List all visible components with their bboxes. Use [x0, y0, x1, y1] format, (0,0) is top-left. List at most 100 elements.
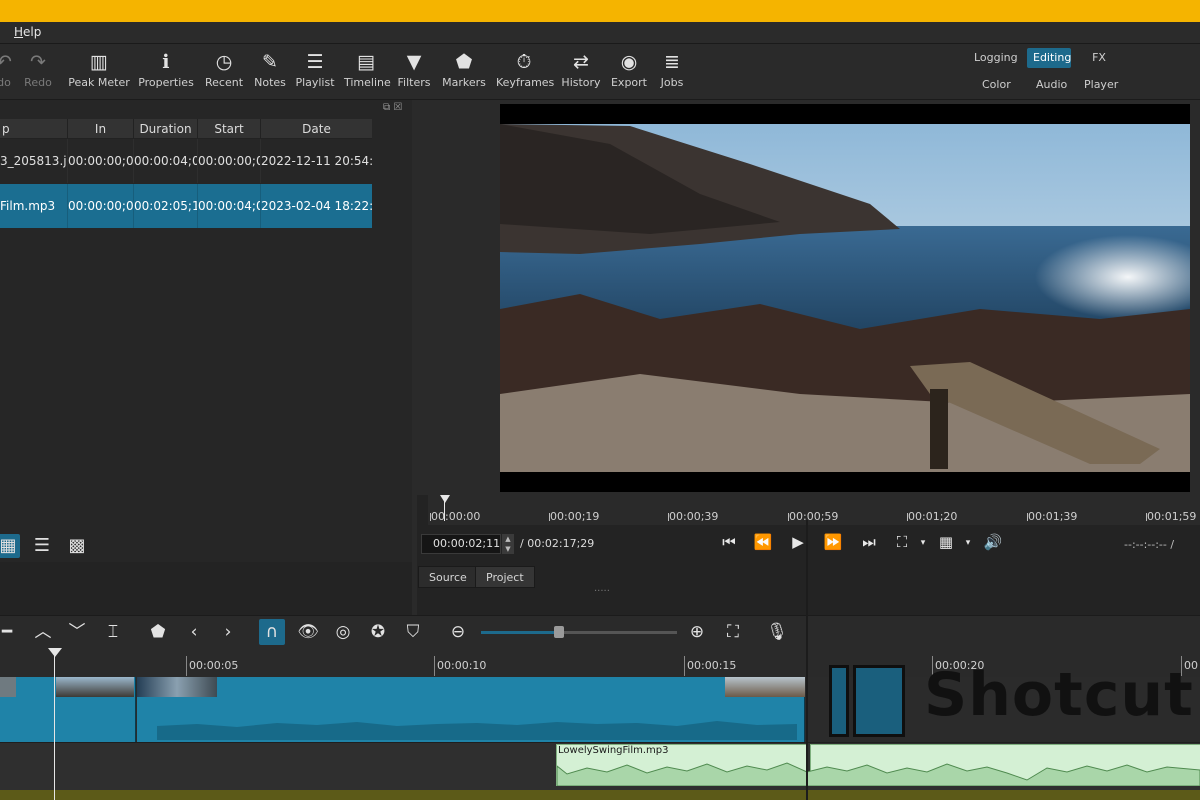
- details-view-icon[interactable]: ▦: [0, 534, 20, 558]
- zoom-fit-icon[interactable]: ⛶: [891, 533, 913, 551]
- volume-icon[interactable]: 🔊: [982, 533, 1004, 551]
- shotcut-logo-mark-left: [829, 665, 849, 737]
- timeline-playhead[interactable]: [54, 649, 55, 800]
- col-date[interactable]: Date: [261, 119, 372, 139]
- grid-icon[interactable]: ▦: [935, 533, 957, 551]
- panel-float-close-icons[interactable]: ⧉ ☒: [383, 102, 402, 113]
- zoom-dropdown-icon[interactable]: ▾: [912, 538, 934, 548]
- peak-meter-button[interactable]: ▥ Peak Meter: [68, 48, 130, 96]
- col-clip[interactable]: p: [0, 119, 68, 139]
- main-toolbar: ↶ do ↷ Redo ▥ Peak Meter ℹ Properties ◷ …: [0, 44, 1200, 100]
- tab-project[interactable]: Project: [475, 566, 535, 588]
- undo-button[interactable]: ↶ do: [0, 48, 14, 96]
- next-marker-icon[interactable]: ›: [215, 619, 241, 645]
- zoom-slider-handle[interactable]: [554, 626, 564, 638]
- zoom-slider-fill: [481, 631, 559, 634]
- previous-marker-icon[interactable]: ‹: [181, 619, 207, 645]
- notes-button[interactable]: ✎ Notes: [252, 48, 288, 96]
- recent-icon: ◷: [215, 51, 233, 73]
- split-icon[interactable]: ⌶: [100, 619, 126, 645]
- table-row[interactable]: Film.mp3 00:00:00;00 00:02:05;17 00:00:0…: [0, 184, 372, 228]
- recent-button[interactable]: ◷ Recent: [202, 48, 246, 96]
- title-strip: [0, 0, 1200, 22]
- zoom-in-icon[interactable]: ⊕: [684, 619, 710, 645]
- timecode-spinner[interactable]: ▲ ▼: [502, 534, 514, 554]
- table-row[interactable]: 3_205813.jpg 00:00:00;00 00:00:04;00 00:…: [0, 139, 372, 183]
- mode-logging[interactable]: Logging: [968, 48, 1022, 68]
- timeline-button[interactable]: ▤ Timeline: [344, 48, 391, 96]
- redo-button[interactable]: ↷ Redo: [22, 48, 54, 96]
- filters-button[interactable]: ▼ Filters: [396, 48, 432, 96]
- export-icon: ◉: [620, 51, 638, 73]
- history-button[interactable]: ⇄ History: [560, 48, 602, 96]
- ripple-icon[interactable]: ◎: [330, 619, 356, 645]
- fast-forward-icon[interactable]: ⏩: [822, 533, 844, 551]
- marker-icon[interactable]: ⬟: [145, 619, 171, 645]
- remove-icon[interactable]: ━: [0, 619, 20, 645]
- menu-help[interactable]: Help: [14, 25, 41, 39]
- skip-next-icon[interactable]: ⏭: [858, 533, 880, 551]
- grid-view-icon[interactable]: ▩: [65, 534, 89, 558]
- clip-thumbnail: [137, 677, 217, 697]
- clip-thumbnail: [56, 677, 134, 697]
- timeline-ruler-mark: [434, 656, 435, 676]
- redo-icon: ↷: [30, 51, 46, 73]
- grid-dropdown-icon[interactable]: ▾: [957, 538, 979, 548]
- playlist-icon: ☰: [306, 51, 324, 73]
- col-in[interactable]: In: [68, 119, 134, 139]
- video-clip-waveform: [157, 721, 797, 740]
- mode-fx[interactable]: FX: [1086, 48, 1112, 68]
- total-duration: / 00:02:17;29: [520, 537, 595, 550]
- properties-button[interactable]: ℹ Properties: [138, 48, 194, 96]
- jobs-button[interactable]: ≣ Jobs: [656, 48, 688, 96]
- in-out-timecode: --:--:--:-- /: [1124, 538, 1175, 551]
- timecode-input[interactable]: 00:00:02;11: [421, 534, 501, 554]
- timeline-ruler-label: 00:00:05: [189, 659, 239, 672]
- clip-thumbnail: [725, 677, 805, 697]
- timeline-ruler-label: 00:00:15: [687, 659, 737, 672]
- mode-editing[interactable]: Editing: [1027, 48, 1071, 68]
- cell-date: 2022-12-11 20:54:17: [261, 154, 372, 168]
- skip-previous-icon[interactable]: ⏮: [718, 533, 740, 551]
- notes-icon: ✎: [262, 51, 278, 73]
- mode-color[interactable]: Color: [976, 75, 1014, 95]
- playlist-button[interactable]: ☰ Playlist: [294, 48, 336, 96]
- history-icon: ⇄: [573, 51, 589, 73]
- cell-duration: 00:00:04;00: [134, 139, 198, 183]
- record-audio-icon[interactable]: 🎙: [764, 619, 790, 645]
- timeline-ruler-mark: [186, 656, 187, 676]
- col-start[interactable]: Start: [198, 119, 261, 139]
- keyframes-button[interactable]: ⏱ Keyframes: [496, 48, 554, 96]
- ripple-all-icon[interactable]: ✪: [365, 619, 391, 645]
- rewind-icon[interactable]: ⏪: [752, 533, 774, 551]
- col-duration[interactable]: Duration: [134, 119, 198, 139]
- filters-icon: ▼: [406, 51, 422, 73]
- mode-audio[interactable]: Audio: [1030, 75, 1068, 95]
- video-preview[interactable]: [500, 104, 1190, 492]
- ripple-markers-icon[interactable]: ⛉: [400, 619, 426, 645]
- playlist-view-buttons: ▦ ☰ ▩: [0, 530, 412, 562]
- list-view-icon[interactable]: ☰: [30, 534, 54, 558]
- zoom-fit-timeline-icon[interactable]: ⛶: [720, 619, 746, 645]
- overwrite-icon[interactable]: ﹀: [64, 619, 90, 645]
- markers-button[interactable]: ⬟ Markers: [442, 48, 486, 96]
- export-button[interactable]: ◉ Export: [610, 48, 648, 96]
- timeline-playhead-head[interactable]: [48, 648, 62, 657]
- ruler-mark: [668, 513, 669, 521]
- tab-source[interactable]: Source: [418, 566, 478, 588]
- ruler-mark: [907, 513, 908, 521]
- lift-icon[interactable]: ︿: [30, 619, 56, 645]
- ruler-label: 00:00;59: [789, 510, 839, 523]
- ruler-label: 00:00;19: [550, 510, 600, 523]
- ruler-label: 00:00:00: [431, 510, 481, 523]
- viewer-ruler[interactable]: 00:00:00 00:00;19 00:00;39 00:00;59 00:0…: [428, 495, 1200, 525]
- drag-handle[interactable]: ·····: [594, 586, 610, 597]
- cell-duration: 00:02:05;17: [134, 184, 198, 228]
- viewer-playhead[interactable]: [440, 495, 450, 521]
- snap-icon[interactable]: ∩: [259, 619, 285, 645]
- timeline-ruler-label: 00:00:10: [437, 659, 487, 672]
- zoom-out-icon[interactable]: ⊖: [445, 619, 471, 645]
- mode-player[interactable]: Player: [1078, 75, 1120, 95]
- scrub-icon[interactable]: 👁: [295, 619, 321, 645]
- peak-meter-icon: ▥: [90, 51, 108, 73]
